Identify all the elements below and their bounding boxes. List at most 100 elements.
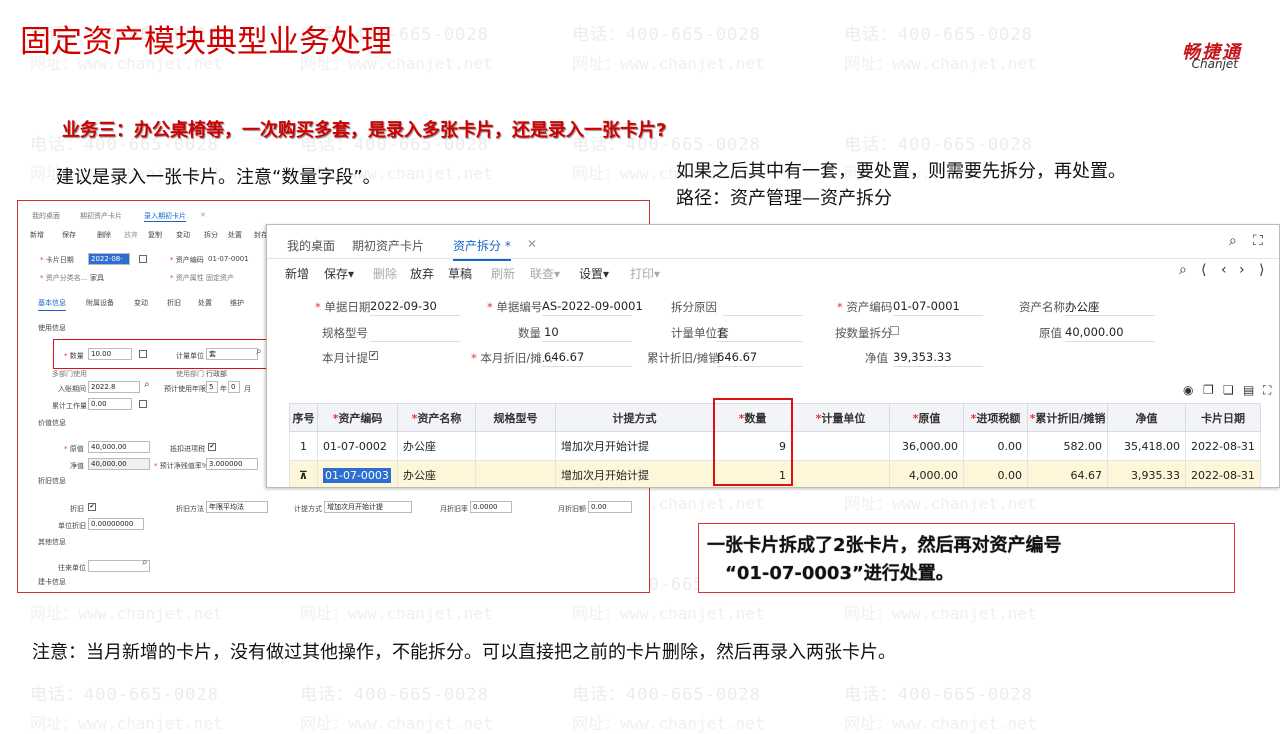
first-page-icon[interactable]: ⟨	[1201, 262, 1206, 278]
tab-enter-opening-card[interactable]: 录入期初卡片	[144, 211, 186, 222]
watermark-phone: 电话：400-665-0028	[30, 685, 219, 705]
calendar-icon[interactable]	[139, 255, 147, 263]
cell-tax[interactable]: 0.00	[963, 431, 1028, 461]
life-month-field[interactable]: 0	[228, 381, 240, 393]
tab-opening-cards[interactable]: 期初资产卡片	[352, 237, 424, 254]
fullscreen-icon[interactable]: ⛶	[1253, 233, 1263, 249]
close-icon[interactable]: ✕	[200, 211, 206, 219]
toolbar-print[interactable]: 打印▾	[630, 265, 660, 282]
spec-label: 规格型号	[322, 326, 368, 340]
toolbar-change[interactable]: 变动	[176, 230, 190, 240]
vendor-field[interactable]	[88, 560, 150, 572]
cell-acc[interactable]: 582.00	[1027, 431, 1108, 461]
toolbar-query[interactable]: 联查▾	[530, 265, 560, 282]
qty-label: 数量	[518, 326, 541, 340]
tab-desktop[interactable]: 我的桌面	[287, 237, 335, 254]
split-by-qty-checkbox[interactable]	[890, 326, 899, 335]
toolbar-settings[interactable]: 设置▾	[579, 265, 609, 282]
calculator-icon-2[interactable]	[139, 400, 147, 408]
doc-date-value[interactable]: 2022-09-30	[370, 299, 437, 313]
dep-method-select[interactable]: 年限平均法	[206, 501, 268, 513]
toolbar-discard[interactable]: 放弃	[124, 230, 138, 240]
salvage-field[interactable]: 3.000000	[206, 458, 258, 470]
toolbar-draft[interactable]: 草稿	[448, 265, 472, 282]
cell-unit[interactable]	[791, 431, 890, 461]
net-label: 净值	[70, 462, 84, 470]
watermark-site: 网址：www.chanjet.net	[844, 714, 1037, 733]
life-month-unit: 月	[244, 385, 251, 393]
tab-opening-cards[interactable]: 期初资产卡片	[80, 211, 122, 221]
suggestion-text: 建议是录入一张卡片。注意“数量字段”。	[56, 167, 381, 188]
row-insert-icon[interactable]: ⊼	[289, 460, 318, 487]
toolbar-delete[interactable]: 删除	[373, 265, 397, 282]
next-page-icon[interactable]: ›	[1239, 262, 1245, 278]
toolbar-discard[interactable]: 放弃	[410, 265, 434, 282]
toolbar-save[interactable]: 保存▾	[324, 265, 354, 282]
subtab-dep[interactable]: 折旧	[167, 298, 181, 308]
col-spec: 规格型号	[475, 403, 556, 432]
month-rate-field[interactable]: 0.0000	[470, 501, 512, 513]
cell-orig[interactable]: 36,000.00	[889, 431, 964, 461]
subtab-accessory[interactable]: 附属设备	[86, 298, 114, 308]
month-dep-field[interactable]: 0.00	[588, 501, 632, 513]
copy-row-icon[interactable]: ❐	[1203, 383, 1214, 397]
asset-code-value[interactable]: 01-07-0001	[893, 299, 960, 313]
cell-spec[interactable]	[475, 431, 556, 461]
cell-tax[interactable]: 0.00	[963, 460, 1028, 487]
cell-code[interactable]: 01-07-0003	[323, 467, 391, 483]
toolbar-new[interactable]: 新增	[285, 265, 309, 282]
accrual-select[interactable]: 增加次月开始计提	[324, 501, 412, 513]
entry-period-field[interactable]: 2022.8	[88, 381, 140, 393]
prev-page-icon[interactable]: ‹	[1221, 262, 1227, 278]
subtab-dispose[interactable]: 处置	[198, 298, 212, 308]
cell-unit[interactable]	[791, 460, 890, 487]
vendor-label: 往来单位	[58, 564, 86, 572]
cell-method[interactable]: 增加次月开始计提	[555, 431, 714, 461]
workload-field[interactable]: 0.00	[88, 398, 132, 410]
qty-value: 10	[544, 325, 559, 339]
life-year-unit: 年	[220, 385, 227, 393]
search-icon-2[interactable]: ⌕	[144, 379, 150, 390]
tab-asset-split[interactable]: 资产拆分 *	[453, 237, 511, 261]
toolbar-refresh[interactable]: 刷新	[491, 265, 515, 282]
unit-dep-field[interactable]: 0.00000000	[88, 518, 144, 530]
subtab-maintain[interactable]: 维护	[230, 298, 244, 308]
search-icon-3[interactable]: ⌕	[142, 557, 148, 568]
last-page-icon[interactable]: ⟩	[1259, 262, 1264, 278]
toolbar-delete[interactable]: 删除	[97, 230, 111, 240]
cell-name[interactable]: 办公座	[397, 431, 476, 461]
location-icon[interactable]: ◉	[1183, 383, 1193, 397]
delete-row-icon[interactable]: ▤	[1243, 383, 1254, 397]
watermark-site: 网址：www.chanjet.net	[300, 604, 493, 623]
cell-spec[interactable]	[475, 460, 556, 487]
cell-name[interactable]: 办公座	[397, 460, 476, 487]
subtab-basic[interactable]: 基本信息	[38, 298, 66, 311]
toolbar-dispose[interactable]: 处置	[228, 230, 242, 240]
toolbar-save[interactable]: 保存	[62, 230, 76, 240]
life-year-field[interactable]: 5	[206, 381, 218, 393]
paste-row-icon[interactable]: ❏	[1223, 383, 1234, 397]
watermark-phone: 电话：400-665-0028	[844, 25, 1033, 45]
deduct-checkbox[interactable]: ✔	[208, 443, 216, 451]
doc-no-value: AS-2022-09-0001	[542, 299, 643, 313]
card-date-field[interactable]: 2022-08-31	[88, 253, 130, 273]
month-accrual-checkbox[interactable]: ✔	[369, 351, 378, 360]
cell-method[interactable]: 增加次月开始计提	[555, 460, 714, 487]
callout-line-1: 一张卡片拆成了2张卡片，然后再对资产编号	[707, 535, 1062, 556]
toolbar-split[interactable]: 拆分	[204, 230, 218, 240]
orig-field[interactable]: 40,000.00	[88, 441, 150, 453]
cell-orig[interactable]: 4,000.00	[889, 460, 964, 487]
month-dep-label: 月折旧额	[558, 505, 586, 513]
toolbar-copy[interactable]: 复制	[148, 230, 162, 240]
locate-icon[interactable]: ⌕	[1179, 262, 1187, 278]
dep-checkbox[interactable]: ✔	[88, 503, 96, 511]
cell-code[interactable]: 01-07-0002	[317, 431, 398, 461]
tab-desktop[interactable]: 我的桌面	[32, 211, 60, 221]
toolbar-new[interactable]: 新增	[30, 230, 44, 240]
cell-acc[interactable]: 64.67	[1027, 460, 1108, 487]
subtab-change[interactable]: 变动	[134, 298, 148, 308]
expand-icon[interactable]: ⛶	[1263, 383, 1271, 398]
col-method: 计提方式	[555, 403, 714, 432]
search-icon[interactable]: ⌕	[1229, 233, 1237, 249]
close-icon[interactable]: ✕	[527, 237, 537, 251]
